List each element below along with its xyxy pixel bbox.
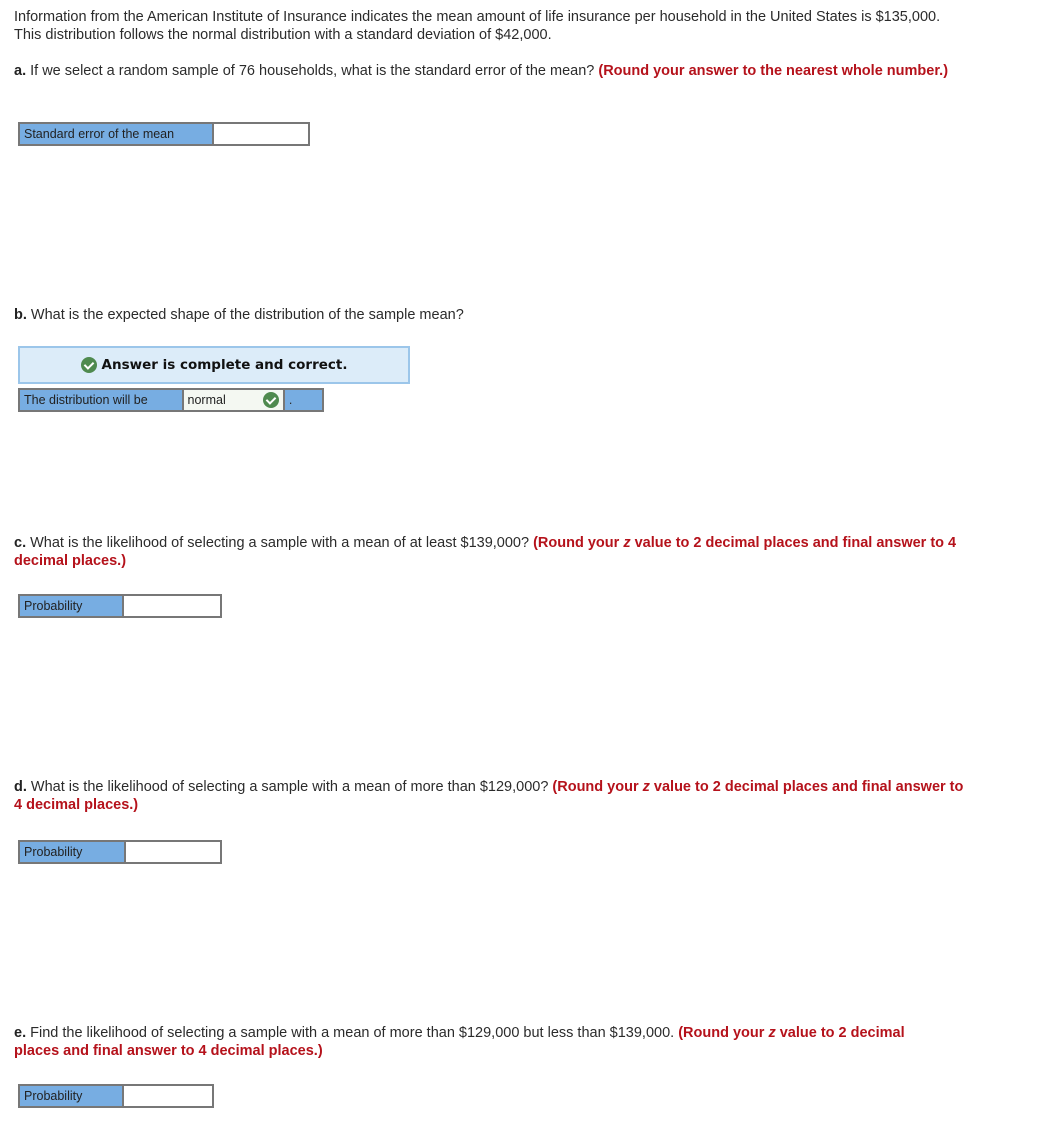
probability-input-e[interactable] <box>124 1086 212 1106</box>
answer-row-e: Probability <box>18 1084 214 1108</box>
answer-row-d: Probability <box>18 840 222 864</box>
problem-intro: Information from the American Institute … <box>14 9 941 43</box>
question-d-label: d. <box>14 779 27 795</box>
probability-input-d[interactable] <box>126 842 220 862</box>
hint-z: z <box>642 779 650 795</box>
distribution-value: normal <box>187 393 226 407</box>
answer-row-b: The distribution will be normal . <box>18 388 324 412</box>
hint-pre: (Round your <box>533 535 624 551</box>
question-c: c. What is the likelihood of selecting a… <box>14 534 964 570</box>
answer-row-c: Probability <box>18 594 222 618</box>
hint-z: z <box>623 535 631 551</box>
question-c-label: c. <box>14 535 27 551</box>
hint-z: z <box>768 1025 776 1041</box>
probability-label-e: Probability <box>20 1086 124 1106</box>
probability-label-d: Probability <box>20 842 126 862</box>
check-circle-icon <box>80 357 97 373</box>
question-d-text: What is the likelihood of selecting a sa… <box>26 779 553 795</box>
question-b-label: b. <box>14 307 27 323</box>
standard-error-label: Standard error of the mean <box>20 124 214 144</box>
question-e-text: Find the likelihood of selecting a sampl… <box>26 1025 679 1041</box>
question-d: d. What is the likelihood of selecting a… <box>14 778 964 814</box>
question-b: b. What is the expected shape of the dis… <box>14 306 964 324</box>
question-c-text: What is the likelihood of selecting a sa… <box>26 535 534 551</box>
hint-pre: (Round your <box>678 1025 769 1041</box>
question-a-hint: (Round your answer to the nearest whole … <box>598 63 949 79</box>
probability-input-c[interactable] <box>124 596 220 616</box>
banner-text: Answer is complete and correct. <box>101 357 348 373</box>
question-a-label: a. <box>14 63 27 79</box>
question-a-text: If we select a random sample of 76 house… <box>26 63 599 79</box>
question-b-text: What is the expected shape of the distri… <box>26 307 464 323</box>
question-a: a. If we select a random sample of 76 ho… <box>14 62 964 80</box>
answer-row-a: Standard error of the mean <box>18 122 310 146</box>
probability-label-c: Probability <box>20 596 124 616</box>
distribution-label: The distribution will be <box>20 390 184 410</box>
question-e: e. Find the likelihood of selecting a sa… <box>14 1024 924 1060</box>
standard-error-input[interactable] <box>214 124 308 144</box>
distribution-answer[interactable]: normal <box>183 390 285 410</box>
question-e-label: e. <box>14 1025 27 1041</box>
distribution-suffix: . <box>284 390 322 410</box>
answer-correct-banner: Answer is complete and correct. <box>18 346 410 384</box>
check-circle-icon <box>262 392 279 408</box>
hint-pre: (Round your <box>552 779 643 795</box>
